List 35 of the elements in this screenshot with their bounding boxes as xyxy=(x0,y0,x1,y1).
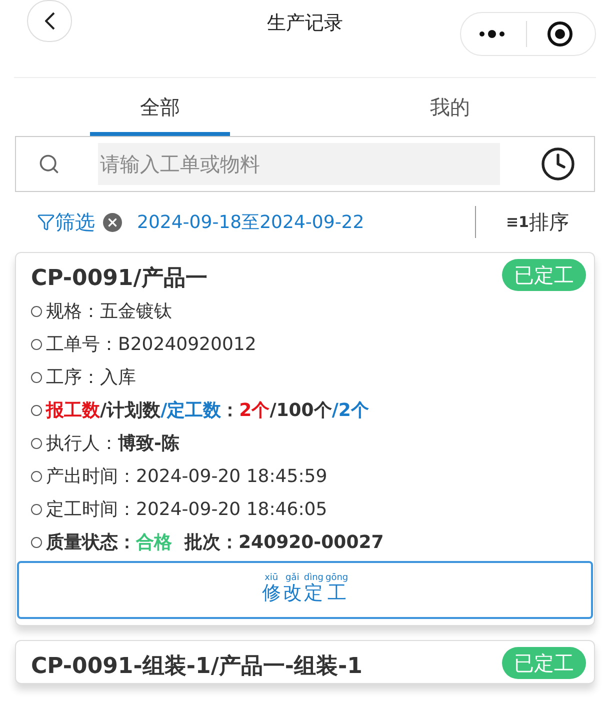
filter-icon xyxy=(37,213,55,231)
clear-icon[interactable] xyxy=(103,212,122,232)
search-icon xyxy=(38,153,60,175)
record-field: 产出时间：2024-09-20 18:45:59 xyxy=(46,463,328,490)
edit-button[interactable]: 修 xiū 改 gǎi 定 dìng 工 gōng xyxy=(17,561,593,619)
bullet-icon xyxy=(31,405,42,416)
bullet-icon xyxy=(31,438,42,449)
sort-button[interactable]: ≡1排序 xyxy=(506,207,569,237)
history-icon[interactable] xyxy=(540,146,576,182)
record-title: CP-0091-组装-1/产品一-组装-1 xyxy=(31,653,362,681)
bullet-icon xyxy=(31,471,42,482)
back-icon xyxy=(44,12,54,30)
search-field[interactable]: 请输入工单或物料 xyxy=(98,143,500,185)
record-field: 质量状态：合格 批次：240920-00027 xyxy=(46,529,384,556)
page-title: 生产记录 xyxy=(267,11,343,36)
bullet-icon xyxy=(31,372,42,383)
status-badge: 已定工 xyxy=(502,259,586,291)
record-field: 定工时间：2024-09-20 18:46:05 xyxy=(46,496,328,523)
record-field: 工序：入库 xyxy=(46,364,136,391)
bullet-icon xyxy=(31,537,42,548)
tab[interactable]: 全部 xyxy=(15,78,305,136)
filter-button[interactable]: 筛选 xyxy=(37,207,95,237)
bullet-icon xyxy=(31,339,42,350)
record-field: 报工数/计划数/定工数：2个/100个/2个 xyxy=(46,397,369,424)
back-button[interactable] xyxy=(27,0,72,42)
status-badge: 已定工 xyxy=(502,647,586,679)
record-field: 执行人：博致-陈 xyxy=(46,430,180,457)
bullet-icon xyxy=(31,306,42,317)
date-range[interactable]: 2024-09-18至2024-09-22 xyxy=(137,208,364,236)
target-icon[interactable] xyxy=(547,21,573,47)
record-field: 规格：五金镀钛 xyxy=(46,298,172,325)
record-title: CP-0091/产品一 xyxy=(31,265,208,293)
record-field: 工单号：B20240920012 xyxy=(46,331,256,358)
bullet-icon xyxy=(31,504,42,515)
tab[interactable]: 我的 xyxy=(305,78,595,136)
